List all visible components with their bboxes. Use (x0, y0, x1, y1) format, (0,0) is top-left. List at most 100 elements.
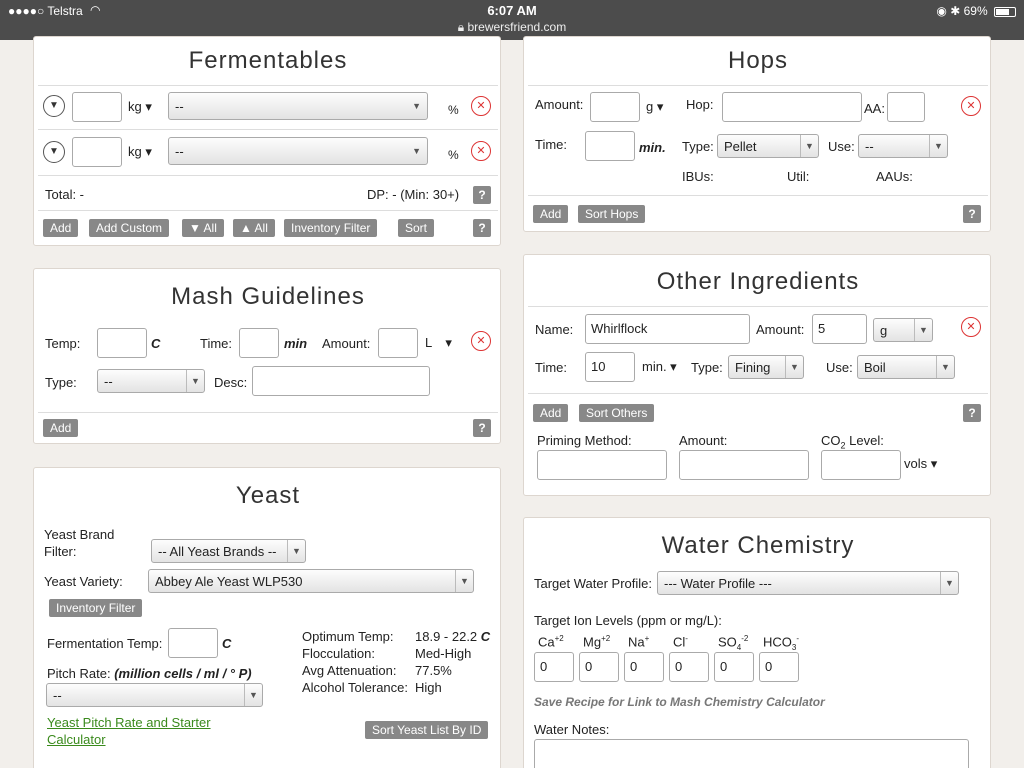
other-use-select[interactable]: Boil ▼ (857, 355, 955, 379)
other-amount-input[interactable]: 5 (812, 314, 867, 344)
lock-icon: 🔒︎ (457, 20, 468, 34)
help-button[interactable]: ? (963, 205, 981, 223)
add-mash-step-button[interactable]: Add (43, 419, 79, 437)
co2-level-label: CO2 Level: (821, 433, 884, 451)
sort-others-button[interactable]: Sort Others (579, 404, 655, 422)
add-hop-button[interactable]: Add (533, 205, 569, 223)
chevron-down-icon: ▼ (412, 146, 421, 156)
help-button[interactable]: ? (963, 404, 981, 422)
mash-temp-input[interactable] (97, 328, 147, 358)
hop-time-input[interactable] (585, 131, 635, 161)
mash-desc-input[interactable] (252, 366, 430, 396)
expand-row-button[interactable]: ▼ (43, 141, 65, 163)
hop-type-select[interactable]: Pellet ▼ (717, 134, 819, 158)
inventory-filter-button[interactable]: Inventory Filter (284, 219, 378, 237)
ion-input[interactable]: 0 (714, 652, 754, 682)
other-name-input[interactable]: Whirlflock (585, 314, 750, 344)
ion-input[interactable]: 0 (669, 652, 709, 682)
other-use-label: Use: (826, 360, 853, 375)
mash-amount-unit[interactable]: L ▾ (425, 335, 452, 351)
ion-input[interactable]: 0 (534, 652, 574, 682)
fermentable-amount-input[interactable] (72, 92, 122, 122)
ion-input[interactable]: 0 (759, 652, 799, 682)
water-notes-textarea[interactable] (534, 739, 969, 768)
chevron-down-icon: ▼ (800, 135, 818, 157)
battery-icon (994, 6, 1016, 17)
fermentable-select[interactable]: -- ▼ (168, 137, 428, 165)
remove-other-button[interactable]: ✕ (961, 317, 981, 337)
ion-input[interactable]: 0 (624, 652, 664, 682)
help-button[interactable]: ? (473, 186, 491, 204)
sort-hops-button[interactable]: Sort Hops (578, 205, 646, 223)
remove-mash-step-button[interactable]: ✕ (471, 331, 491, 351)
hop-time-unit: min. (639, 140, 666, 155)
chevron-down-icon: ▼ (936, 356, 954, 378)
flocculation-value: Med-High (415, 646, 472, 661)
yeast-title: Yeast (235, 482, 301, 509)
collapse-all-button[interactable]: ▼ All (182, 219, 224, 237)
fermentable-unit-select[interactable]: kg ▾ (128, 144, 152, 160)
add-custom-button[interactable]: Add Custom (89, 219, 170, 237)
ion-label: Cl- (673, 634, 688, 650)
target-water-profile-label: Target Water Profile: (534, 576, 653, 591)
divider (528, 85, 988, 86)
other-time-input[interactable]: 10 (585, 352, 635, 382)
yeast-inventory-filter-button[interactable]: Inventory Filter (49, 599, 143, 617)
other-time-unit[interactable]: min. ▾ (642, 359, 677, 375)
priming-method-input[interactable] (537, 450, 667, 480)
fermentables-title: Fermentables (188, 47, 348, 74)
ion-input[interactable]: 0 (579, 652, 619, 682)
hop-time-label: Time: (535, 137, 568, 152)
pitch-rate-select[interactable]: -- ▼ (46, 683, 263, 707)
add-other-button[interactable]: Add (533, 404, 569, 422)
address-bar[interactable]: 🔒︎ brewersfriend.com (0, 20, 1024, 35)
fermentation-temp-input[interactable] (168, 628, 218, 658)
fermentable-select[interactable]: -- ▼ (168, 92, 428, 120)
yeast-variety-select[interactable]: Abbey Ale Yeast WLP530 ▼ (148, 569, 474, 593)
fermentable-unit-select[interactable]: kg ▾ (128, 99, 152, 115)
remove-row-button[interactable]: ✕ (471, 96, 491, 116)
other-unit-select[interactable]: g ▼ (873, 318, 933, 342)
help-button[interactable]: ? (473, 219, 491, 237)
hop-amount-input[interactable] (590, 92, 640, 122)
mash-time-input[interactable] (239, 328, 279, 358)
mash-amount-input[interactable] (378, 328, 418, 358)
fermentable-percent: % (448, 148, 459, 162)
co2-level-input[interactable] (821, 450, 901, 480)
hop-name-input[interactable] (722, 92, 862, 122)
co2-unit-select[interactable]: vols ▾ (904, 456, 937, 472)
divider (38, 175, 498, 176)
expand-all-button[interactable]: ▲ All (233, 219, 275, 237)
pitch-rate-calculator-link[interactable]: Yeast Pitch Rate and Starter Calculator (47, 714, 237, 748)
help-button[interactable]: ? (473, 419, 491, 437)
orientation-lock-icon: ◉ (936, 4, 947, 18)
sort-button[interactable]: Sort (398, 219, 435, 237)
yeast-variety-label: Yeast Variety: (44, 574, 123, 589)
hop-use-select[interactable]: -- ▼ (858, 134, 948, 158)
chevron-down-icon: ▼ (929, 135, 947, 157)
hop-unit-select[interactable]: g ▾ (646, 99, 663, 115)
chevron-down-icon: ▼ (785, 356, 803, 378)
sort-yeast-list-button[interactable]: Sort Yeast List By ID (365, 721, 489, 739)
yeast-brand-select[interactable]: -- All Yeast Brands -- ▼ (151, 539, 306, 563)
save-recipe-note: Save Recipe for Link to Mash Chemistry C… (534, 695, 825, 709)
add-fermentable-button[interactable]: Add (43, 219, 79, 237)
divider (528, 393, 988, 394)
fermentation-temp-unit: C (222, 636, 232, 651)
hop-type-label: Type: (682, 139, 714, 154)
fermentables-dp: DP: - (Min: 30+) (367, 187, 460, 202)
aa-input[interactable] (887, 92, 925, 122)
fermentable-amount-input[interactable] (72, 137, 122, 167)
attenuation-label: Avg Attenuation: (302, 663, 397, 678)
remove-row-button[interactable]: ✕ (471, 141, 491, 161)
other-type-select[interactable]: Fining ▼ (728, 355, 804, 379)
target-water-profile-select[interactable]: --- Water Profile --- ▼ (657, 571, 959, 595)
ion-label: Mg+2 (583, 634, 611, 650)
aa-label: AA: (864, 101, 885, 116)
status-right: ◉ ✱ 69% (936, 4, 1016, 18)
priming-method-label: Priming Method: (537, 433, 632, 448)
priming-amount-input[interactable] (679, 450, 809, 480)
expand-row-button[interactable]: ▼ (43, 95, 65, 117)
mash-type-select[interactable]: -- ▼ (97, 369, 205, 393)
remove-hop-button[interactable]: ✕ (961, 96, 981, 116)
